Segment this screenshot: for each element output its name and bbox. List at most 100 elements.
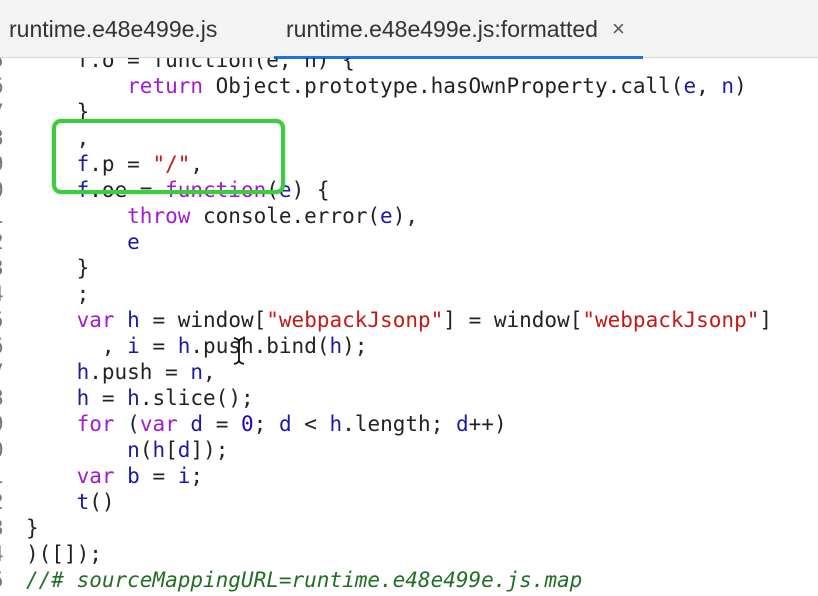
line-number[interactable]: 8 <box>0 125 11 151</box>
editor-tab-bar: runtime.e48e499e.js runtime.e48e499e.js:… <box>0 0 818 59</box>
code-token: d <box>456 412 469 436</box>
code-token: Object.prototype.hasOwnProperty.call( <box>203 74 684 98</box>
code-text: e <box>26 229 140 255</box>
code-token: ] <box>759 308 773 332</box>
code-token: n <box>190 360 204 384</box>
code-token: e <box>380 204 393 228</box>
code-text: h = h.slice(); <box>26 385 254 411</box>
code-token: d <box>190 412 204 436</box>
code-token: = <box>139 464 178 488</box>
code-token: ), <box>392 204 418 228</box>
code-text: var h = window["webpackJsonp"] = window[… <box>26 307 772 333</box>
line-number[interactable]: 3 <box>0 255 11 281</box>
code-token: ; <box>190 464 204 488</box>
line-number[interactable]: 0 <box>0 437 11 463</box>
code-token: 0 <box>241 412 254 436</box>
line-number[interactable]: 6 <box>0 333 11 359</box>
code-token: , <box>203 360 216 384</box>
code-token: .length; <box>342 412 456 436</box>
tab-label: runtime.e48e499e.js <box>9 15 218 42</box>
code-token: throw <box>127 204 191 228</box>
line-number[interactable]: 8 <box>0 385 11 411</box>
code-text: n(h[d]); <box>26 437 228 463</box>
code-token: = <box>139 334 178 358</box>
code-token: = window[ <box>139 308 267 332</box>
line-number[interactable]: 2 <box>0 229 11 255</box>
code-token: ; <box>253 412 279 436</box>
code-text: f.o = function(e, n) { <box>26 58 355 73</box>
code-text: throw console.error(e), <box>26 203 418 229</box>
code-token: h <box>76 386 90 410</box>
code-text: t() <box>26 489 115 515</box>
line-number[interactable]: 1 <box>0 203 11 229</box>
code-token: ( <box>114 412 140 436</box>
code-token: = <box>89 386 128 410</box>
code-text: return Object.prototype.hasOwnProperty.c… <box>26 73 747 99</box>
code-text: } <box>26 255 90 281</box>
code-token: = <box>203 412 241 436</box>
code-token: h <box>127 308 140 332</box>
code-token: h <box>329 334 343 358</box>
line-number[interactable]: 5 <box>0 307 11 333</box>
code-token: n <box>127 438 140 462</box>
code-token: d <box>278 412 292 436</box>
code-token: d <box>177 438 191 462</box>
close-icon[interactable]: × <box>612 16 625 42</box>
code-token: [ <box>165 438 178 462</box>
line-number[interactable]: 4 <box>0 281 11 307</box>
code-text: h.push = n, <box>26 359 216 385</box>
code-token: } <box>26 256 90 280</box>
code-token: b <box>127 464 140 488</box>
code-token: ++) <box>468 412 507 436</box>
line-number[interactable]: 9 <box>0 411 11 437</box>
line-number[interactable]: 0 <box>0 177 11 203</box>
code-token: //# sourceMappingURL=runtime.e48e499e.js… <box>26 568 583 592</box>
code-token: h <box>329 412 343 436</box>
code-token: n <box>721 74 735 98</box>
text-cursor-icon <box>233 337 245 365</box>
code-token: , <box>696 74 722 98</box>
line-number[interactable]: 5 <box>0 567 11 593</box>
code-text: } <box>26 515 39 541</box>
code-text: , i = h.push.bind(h); <box>26 333 368 359</box>
code-text: for (var d = 0; d < h.length; d++) <box>26 411 507 437</box>
code-token: var <box>139 412 178 436</box>
line-number[interactable]: 2 <box>0 489 11 515</box>
line-number[interactable]: 7 <box>0 99 11 125</box>
code-token: i <box>127 334 140 358</box>
line-number[interactable]: 3 <box>0 515 11 541</box>
code-token: e <box>683 74 697 98</box>
code-token: .push.bind( <box>190 334 330 358</box>
code-token: h <box>127 386 140 410</box>
code-token: ( <box>139 438 153 462</box>
tab-runtime-js[interactable]: runtime.e48e499e.js <box>9 0 217 58</box>
code-token: < <box>291 412 330 436</box>
line-number[interactable]: 7 <box>0 359 11 385</box>
code-token: i <box>177 464 191 488</box>
line-number[interactable]: 4 <box>0 541 11 567</box>
line-number[interactable]: 5 <box>0 58 11 73</box>
tab-label: runtime.e48e499e.js:formatted <box>286 15 598 42</box>
line-number[interactable]: 1 <box>0 463 11 489</box>
code-token: "webpackJsonp" <box>266 308 444 332</box>
line-number[interactable]: 9 <box>0 151 11 177</box>
tab-runtime-js-formatted[interactable]: runtime.e48e499e.js:formatted × <box>274 0 643 59</box>
code-token: )([]); <box>26 542 102 566</box>
code-token: e <box>127 230 140 254</box>
line-number[interactable]: 6 <box>0 73 11 99</box>
code-token: for <box>76 412 115 436</box>
code-token: var <box>76 308 115 332</box>
code-token: ) <box>734 74 747 98</box>
code-token: ]); <box>190 438 229 462</box>
